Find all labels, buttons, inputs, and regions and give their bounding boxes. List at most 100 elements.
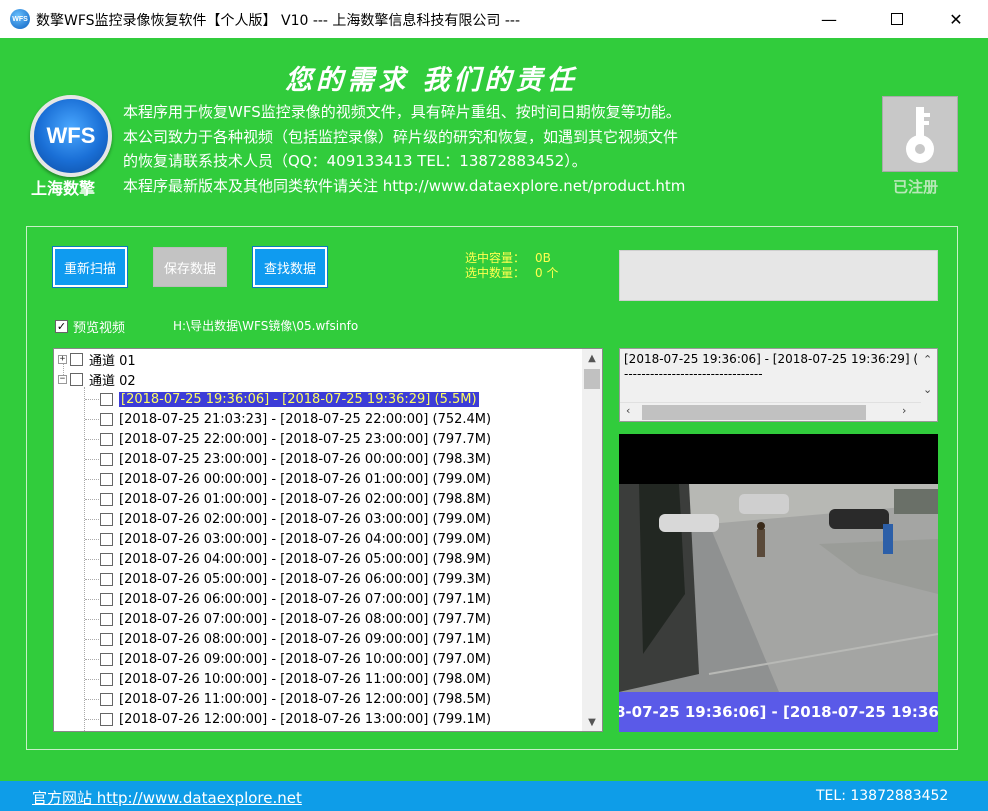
description-line: 的恢复请联系技术人员（QQ：409133413 TEL：13872883452）… (123, 152, 587, 170)
collapse-icon[interactable]: − (58, 374, 67, 384)
maximize-icon (891, 13, 903, 25)
item-checkbox[interactable] (100, 572, 113, 586)
item-checkbox[interactable] (100, 692, 113, 706)
tree-item[interactable]: [2018-07-26 10:00:00] - [2018-07-26 11:0… (86, 669, 491, 689)
tree-item-label: [2018-07-26 06:00:00] - [2018-07-26 07:0… (119, 591, 492, 607)
item-checkbox[interactable] (100, 672, 113, 686)
tree-item[interactable]: [2018-07-26 07:00:00] - [2018-07-26 08:0… (86, 609, 491, 629)
tree-channel-02[interactable]: − 通道 02 (58, 369, 136, 389)
selected-size-label: 选中容量： (465, 251, 526, 265)
scroll-thumb[interactable] (584, 369, 600, 389)
scroll-down-icon[interactable]: ▼ (582, 713, 602, 731)
scroll-up-icon[interactable]: ▲ (582, 349, 602, 367)
description: 本程序用于恢复WFS监控录像的视频文件，具有碎片重组、按时间日期恢复等功能。 本… (123, 100, 685, 198)
tree-item-label: [2018-07-25 23:00:00] - [2018-07-26 00:0… (119, 451, 492, 467)
register-key-button[interactable] (882, 96, 958, 172)
tree-item[interactable]: [2018-07-26 04:00:00] - [2018-07-26 05:0… (86, 549, 491, 569)
tree-item-label: [2018-07-26 01:00:00] - [2018-07-26 02:0… (119, 491, 492, 507)
minimize-icon: — (821, 9, 837, 29)
maximize-button[interactable] (874, 0, 920, 38)
scroll-right-icon[interactable]: › (902, 404, 906, 417)
tree-item[interactable]: [2018-07-25 19:36:06] - [2018-07-25 19:3… (86, 389, 479, 409)
key-icon (906, 107, 934, 163)
tree-item[interactable]: [2018-07-26 11:00:00] - [2018-07-26 12:0… (86, 689, 491, 709)
main-panel: 重新扫描 保存数据 查找数据 选中容量： 0B 选中数量： 0 个 ✓ 预览视频 H… (26, 226, 958, 750)
tree-item-label: [2018-07-26 12:00:00] - [2018-07-26 13:0… (119, 711, 492, 727)
registered-label: 已注册 (893, 178, 939, 196)
rescan-button[interactable]: 重新扫描 (52, 246, 128, 288)
item-checkbox[interactable] (100, 612, 113, 626)
title-bar: WFS 数擎WFS监控录像恢复软件【个人版】 V10 --- 上海数擎信息科技有… (0, 0, 988, 38)
tree-item[interactable]: [2018-07-26 09:00:00] - [2018-07-26 10:0… (86, 649, 491, 669)
tree-item[interactable]: [2018-07-25 23:00:00] - [2018-07-26 00:0… (86, 449, 491, 469)
preview-video-label: 预览视频 (73, 321, 126, 336)
status-bar: 官方网站 http://www.dataexplore.net TEL: 138… (0, 781, 988, 811)
item-checkbox[interactable] (100, 412, 113, 426)
log-box[interactable]: [2018-07-25 19:36:06] - [2018-07-25 19:3… (619, 348, 938, 422)
tree-item[interactable]: [2018-07-26 01:00:00] - [2018-07-26 02:0… (86, 489, 491, 509)
find-data-button[interactable]: 查找数据 (252, 246, 328, 288)
item-checkbox[interactable] (100, 472, 113, 486)
item-checkbox[interactable] (100, 452, 113, 466)
tree-item[interactable]: [2018-07-26 12:00:00] - [2018-07-26 13:0… (86, 709, 491, 729)
tree-item-label: [2018-07-26 03:00:00] - [2018-07-26 04:0… (119, 531, 492, 547)
save-data-button[interactable]: 保存数据 (153, 247, 227, 287)
expand-icon[interactable]: + (58, 354, 67, 364)
website-link[interactable]: 官方网站 http://www.dataexplore.net (32, 787, 302, 808)
wfs-logo: WFS (30, 95, 112, 177)
log-line: [2018-07-25 19:36:06] - [2018-07-25 19:3… (624, 352, 919, 366)
item-checkbox[interactable] (100, 552, 113, 566)
info-box (619, 250, 938, 301)
description-line: 本公司致力于各种视频（包括监控录像）碎片级的研究和恢复，如遇到其它视频文件 (123, 127, 679, 146)
selected-count-value: 0 个 (535, 266, 559, 280)
item-checkbox[interactable] (100, 652, 113, 666)
tree-item-label: [2018-07-25 22:00:00] - [2018-07-25 23:0… (119, 431, 492, 447)
tree-item[interactable]: [2018-07-25 21:03:23] - [2018-07-25 22:0… (86, 409, 491, 429)
main-area: 您的需求 我们的责任 WFS 上海数擎 本程序用于恢复WFS监控录像的视频文件，… (0, 38, 988, 781)
scroll-thumb[interactable] (642, 405, 866, 420)
tree-item[interactable]: [2018-07-26 00:00:00] - [2018-07-26 01:0… (86, 469, 491, 489)
channel-checkbox[interactable] (70, 372, 83, 386)
tree-item[interactable]: [2018-07-26 08:00:00] - [2018-07-26 09:0… (86, 629, 491, 649)
selected-size-value: 0B (535, 251, 551, 265)
video-frame (619, 484, 938, 692)
logo-text: WFS (46, 123, 96, 148)
tree-item[interactable]: [2018-07-25 22:00:00] - [2018-07-25 23:0… (86, 429, 491, 449)
tree-item-label: [2018-07-26 08:00:00] - [2018-07-26 09:0… (119, 631, 492, 647)
item-checkbox[interactable] (100, 512, 113, 526)
item-checkbox[interactable] (100, 712, 113, 726)
video-caption-text: 8-07-25 19:36:06] - [2018-07-25 19:36:29… (619, 703, 938, 721)
video-caption: 8-07-25 19:36:06] - [2018-07-25 19:36:29… (619, 692, 938, 732)
tree-item-label: [2018-07-26 02:00:00] - [2018-07-26 03:0… (119, 511, 492, 527)
close-button[interactable]: ✕ (933, 0, 979, 38)
scroll-left-icon[interactable]: ‹ (626, 404, 630, 417)
selected-count-label: 选中数量： (465, 266, 526, 280)
log-line: -------------------------------- (624, 367, 763, 381)
log-hscrollbar[interactable]: ‹ › (620, 402, 921, 421)
item-checkbox[interactable] (100, 632, 113, 646)
tree-item[interactable]: [2018-07-26 06:00:00] - [2018-07-26 07:0… (86, 589, 491, 609)
tree-channel-01[interactable]: + 通道 01 (58, 349, 136, 369)
scroll-up-icon[interactable]: ⌃ (923, 353, 932, 366)
tree-item[interactable]: [2018-07-26 05:00:00] - [2018-07-26 06:0… (86, 569, 491, 589)
channel-label: 通道 02 (89, 373, 136, 389)
item-checkbox[interactable] (100, 532, 113, 546)
item-checkbox[interactable] (100, 492, 113, 506)
item-checkbox[interactable] (100, 392, 113, 406)
preview-video-checkbox[interactable]: ✓ 预览视频 (55, 317, 125, 336)
recording-tree[interactable]: + 通道 01 − 通道 02 [2018-07-25 19:36:06] - … (53, 348, 603, 732)
item-checkbox[interactable] (100, 592, 113, 606)
tree-item[interactable]: [2018-07-26 03:00:00] - [2018-07-26 04:0… (86, 529, 491, 549)
log-vscrollbar[interactable]: ⌃ ⌄ (919, 349, 937, 404)
app-icon: WFS (10, 9, 30, 29)
minimize-button[interactable]: — (806, 0, 852, 38)
tree-item-label: [2018-07-26 07:00:00] - [2018-07-26 08:0… (119, 611, 492, 627)
tree-scrollbar[interactable]: ▲ ▼ (582, 349, 602, 731)
tree-item-label: [2018-07-26 00:00:00] - [2018-07-26 01:0… (119, 471, 492, 487)
item-checkbox[interactable] (100, 432, 113, 446)
tree-item[interactable]: [2018-07-26 02:00:00] - [2018-07-26 03:0… (86, 509, 491, 529)
scroll-down-icon[interactable]: ⌄ (923, 383, 932, 396)
tree-item-label: [2018-07-26 10:00:00] - [2018-07-26 11:0… (119, 671, 492, 687)
channel-checkbox[interactable] (70, 352, 83, 366)
tree-item-label: [2018-07-25 19:36:06] - [2018-07-25 19:3… (119, 391, 479, 407)
